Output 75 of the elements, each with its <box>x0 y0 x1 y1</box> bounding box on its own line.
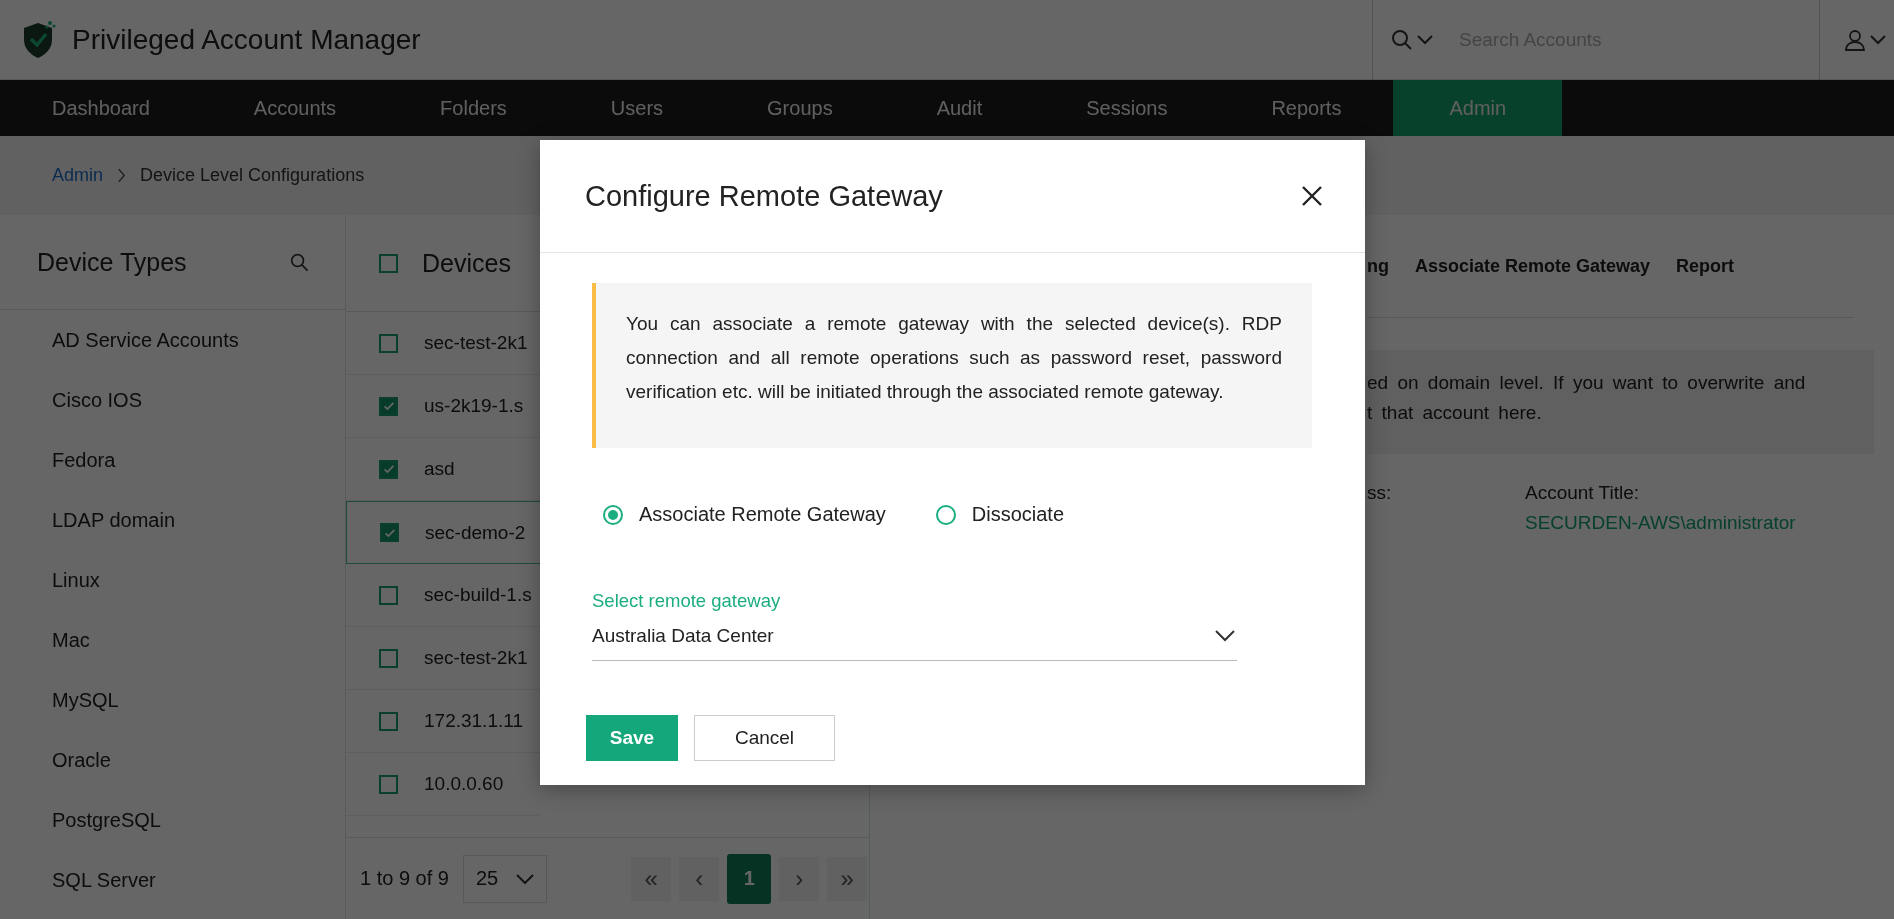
checkbox[interactable] <box>380 523 399 542</box>
breadcrumb-current: Device Level Configurations <box>140 165 365 186</box>
checkbox[interactable] <box>379 711 398 731</box>
checkbox[interactable] <box>379 585 398 605</box>
search-scope-button[interactable] <box>1391 28 1433 51</box>
checkbox[interactable] <box>379 396 398 416</box>
field-label: Account Title: <box>1525 482 1641 504</box>
info-text: t that account here. <box>1367 401 1543 425</box>
panel-title: Device Types <box>37 247 187 277</box>
nav-tab[interactable]: Accounts <box>201 80 389 136</box>
nav-tab[interactable]: Audit <box>884 80 1035 136</box>
device-type-item[interactable]: Fedora <box>0 430 345 490</box>
action-link[interactable]: Associate Remote Gateway <box>1415 255 1651 277</box>
device-name: sec-test-2k1 <box>424 332 528 354</box>
caret-icon <box>1870 34 1886 45</box>
nav-tab[interactable]: Admin <box>1393 80 1563 136</box>
caret-icon <box>516 873 535 884</box>
device-row[interactable]: asd <box>346 438 540 501</box>
action-link[interactable]: ng <box>1367 255 1389 277</box>
device-name: 10.0.0.60 <box>424 773 504 795</box>
radio-option[interactable]: Dissociate <box>935 503 1065 526</box>
page-button[interactable]: 1 <box>727 853 772 904</box>
device-name: asd <box>424 458 455 480</box>
radio-option[interactable]: Associate Remote Gateway <box>603 503 886 526</box>
field-label: Select remote gateway <box>592 590 782 612</box>
nav-tab[interactable]: Users <box>558 80 716 136</box>
device-type-item[interactable]: PostgreSQL <box>0 790 345 850</box>
checkbox[interactable] <box>379 459 398 479</box>
device-name: us-2k19-1.s <box>424 395 524 417</box>
device-name: sec-demo-2 <box>425 521 526 544</box>
chevron-right-icon <box>117 168 127 183</box>
caret-icon <box>1417 34 1433 45</box>
device-name: 172.31.1.11 <box>424 710 523 732</box>
action-link[interactable]: Report <box>1676 255 1735 277</box>
search-icon[interactable] <box>290 252 309 272</box>
page-size-dropdown[interactable]: 25 <box>462 854 548 903</box>
field-label: ss: <box>1367 482 1393 504</box>
checkbox[interactable] <box>379 648 398 668</box>
radio-button[interactable] <box>935 504 956 525</box>
device-type-item[interactable]: Oracle <box>0 730 345 790</box>
pagination-summary: 1 to 9 of 9 <box>360 867 449 890</box>
radio-button[interactable] <box>603 504 623 525</box>
field-value: SECURDEN-AWS\administrator <box>1525 512 1796 534</box>
breadcrumb-link[interactable]: Admin <box>52 165 104 186</box>
panel-title: Devices <box>422 248 511 278</box>
nav-tab[interactable]: Dashboard <box>0 80 202 136</box>
nav-tab[interactable]: Sessions <box>1034 80 1220 136</box>
info-box: You can associate a remote gateway with the selected device(s). RDP connection and all remote operations such as password reset, password verification etc. will be initiated through the associated remote gateway. <box>592 283 1312 448</box>
device-row[interactable]: 10.0.0.60 <box>346 753 540 816</box>
info-text: ed on domain level. If you want to overwrite and <box>1367 371 1807 395</box>
app-title: Privileged Account Manager <box>72 23 422 56</box>
checkbox[interactable] <box>379 774 398 794</box>
device-row[interactable]: sec-demo-2 <box>346 501 540 564</box>
cancel-button[interactable]: Cancel <box>694 715 835 761</box>
save-button[interactable]: Save <box>586 715 678 761</box>
device-type-item[interactable]: Linux <box>0 550 345 610</box>
device-type-item[interactable]: SQL Server <box>0 850 345 910</box>
device-type-item[interactable]: LDAP domain <box>0 490 345 550</box>
device-row[interactable]: us-2k19-1.s <box>346 375 540 438</box>
device-type-item[interactable]: AD Service Accounts <box>0 310 345 370</box>
device-type-item[interactable]: Cisco IOS <box>0 370 345 430</box>
nav-tab[interactable]: Folders <box>388 80 559 136</box>
caret-icon <box>1215 630 1235 642</box>
search-icon <box>1391 28 1413 51</box>
user-icon <box>1844 28 1866 51</box>
checkbox[interactable] <box>379 253 398 273</box>
checkbox[interactable] <box>379 333 398 353</box>
nav-tab[interactable]: Reports <box>1219 80 1394 136</box>
gateway-dropdown[interactable]: Australia Data Center <box>592 612 1237 661</box>
device-type-item[interactable]: Mac <box>0 610 345 670</box>
nav-tab[interactable]: Groups <box>715 80 885 136</box>
dialog-title: Configure Remote Gateway <box>585 179 943 213</box>
device-name: sec-build-1.s <box>424 584 532 606</box>
device-type-item[interactable]: MySQL <box>0 670 345 730</box>
device-name: sec-test-2k1 <box>424 647 528 669</box>
